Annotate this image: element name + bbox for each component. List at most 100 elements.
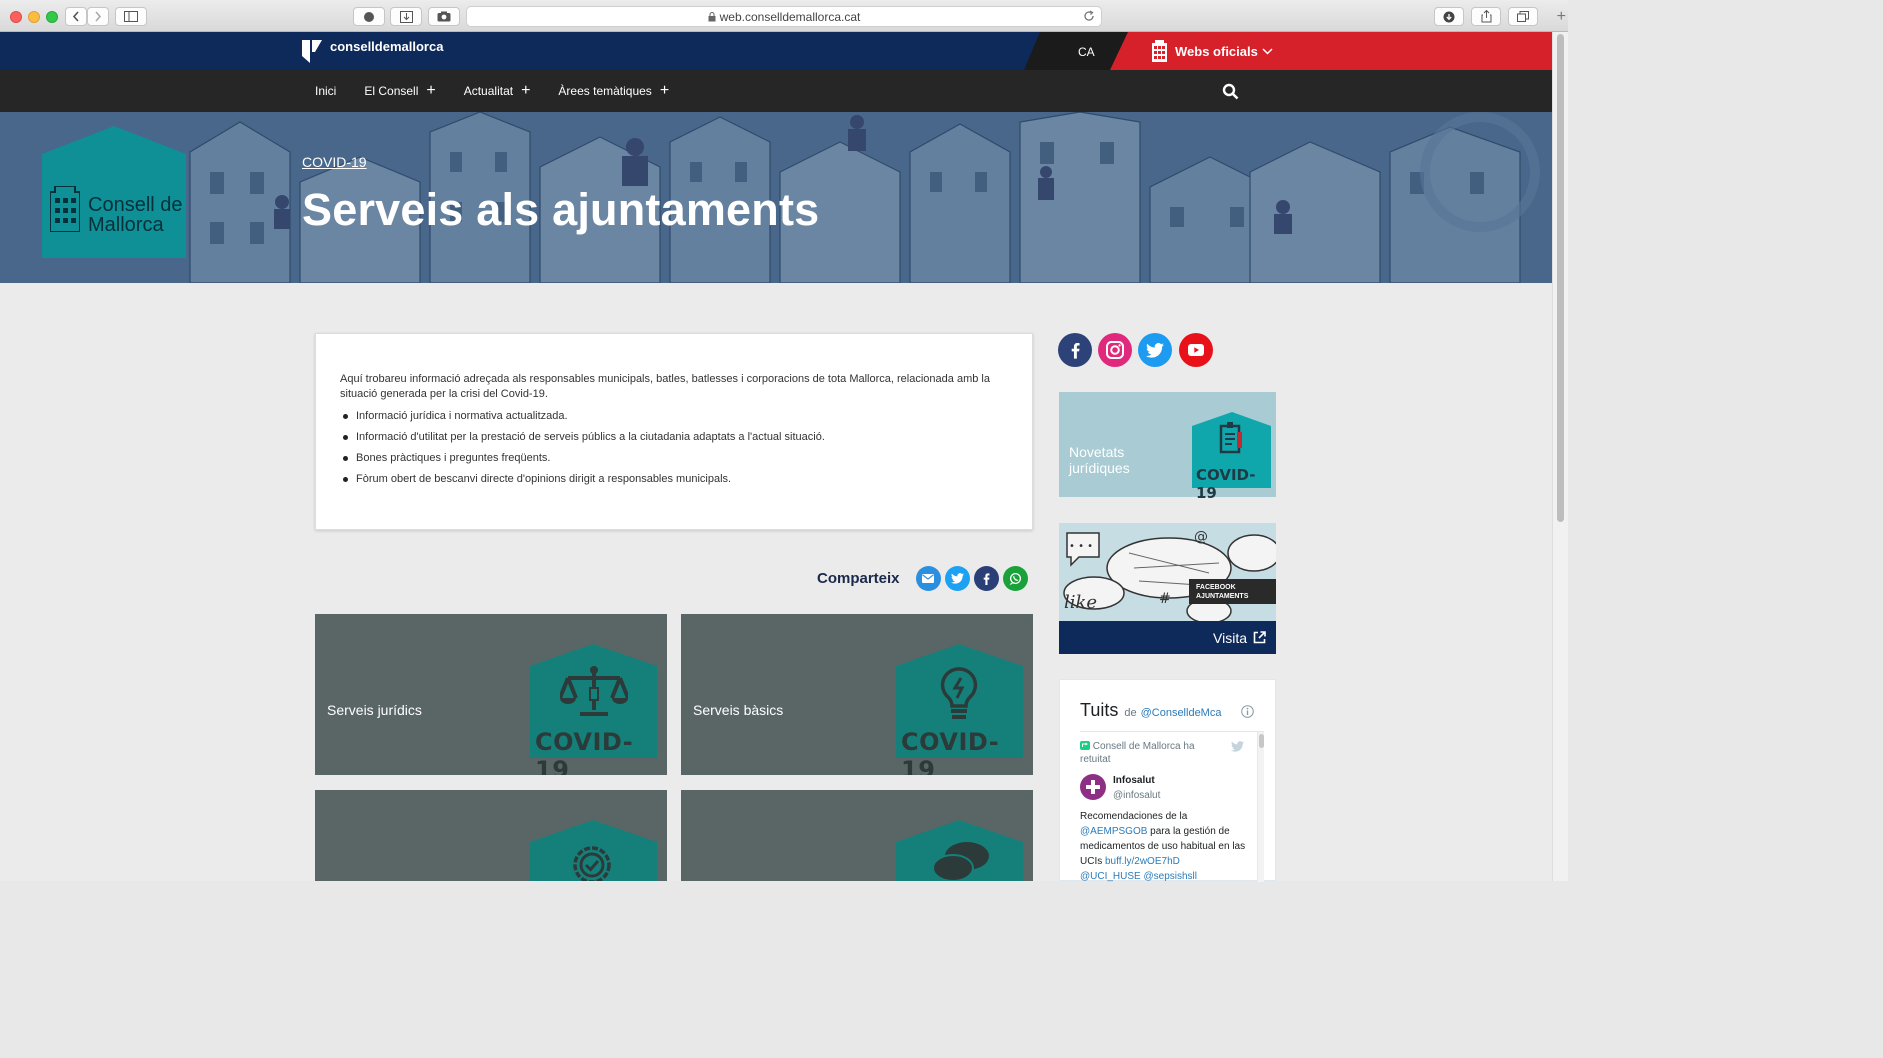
tweet-author-handle[interactable]: @infosalut bbox=[1113, 790, 1160, 801]
card-bottom-right[interactable] bbox=[681, 790, 1033, 881]
email-icon bbox=[922, 574, 935, 583]
sidebar-icon bbox=[124, 11, 138, 22]
facebook-ajuntaments-card[interactable]: • • • @ # like FACEBOOK AJUNTAMENTS Visi… bbox=[1059, 523, 1276, 654]
visita-label: Visita bbox=[1213, 629, 1247, 646]
tweet-author[interactable]: Infosalut bbox=[1113, 775, 1155, 786]
share-facebook-button[interactable] bbox=[973, 566, 999, 591]
share-label: Comparteix bbox=[817, 570, 900, 587]
list-item: Bones pràctiques i preguntes freqüents. bbox=[340, 451, 1008, 465]
maximize-window-button[interactable] bbox=[46, 11, 58, 23]
card-serveis-basics[interactable]: Serveis bàsics COVID-19 bbox=[681, 614, 1033, 775]
tabs-icon bbox=[1517, 11, 1529, 22]
facebook-link[interactable] bbox=[1058, 333, 1092, 367]
reload-icon[interactable] bbox=[1083, 10, 1095, 22]
retweet-label: Consell de Mallorca ha retuitat bbox=[1080, 741, 1195, 765]
novetats-text: Novetats jurídiques bbox=[1069, 444, 1130, 476]
lock-icon bbox=[708, 11, 716, 21]
search-icon[interactable] bbox=[1222, 83, 1239, 100]
tabs-overview-button[interactable] bbox=[1508, 7, 1538, 26]
twitter-bird-icon[interactable] bbox=[1231, 741, 1244, 752]
twitter-link[interactable] bbox=[1138, 333, 1172, 367]
breadcrumb[interactable]: COVID-19 bbox=[302, 154, 367, 170]
extension-button[interactable] bbox=[353, 7, 385, 26]
covid-badge-text: COVID-19 bbox=[901, 728, 1000, 775]
list-item: Informació d'utilitat per la prestació d… bbox=[340, 430, 1008, 444]
divider bbox=[1080, 731, 1264, 732]
logo-mark-icon bbox=[302, 40, 322, 63]
tweet-link[interactable]: @sepsishsll bbox=[1144, 871, 1198, 882]
share-twitter-button[interactable] bbox=[944, 566, 970, 591]
download-box-icon bbox=[399, 10, 413, 23]
webs-oficials-dropdown[interactable]: Webs oficials bbox=[1152, 38, 1281, 64]
info-icon[interactable] bbox=[1241, 705, 1254, 718]
covid-badge-text: COVID-19 bbox=[1196, 466, 1256, 502]
reader-button[interactable] bbox=[390, 7, 422, 26]
youtube-icon bbox=[1188, 344, 1204, 356]
tweet-link[interactable]: @UCI_HUSE bbox=[1080, 871, 1141, 882]
address-bar[interactable]: web.conselldemallorca.cat bbox=[466, 6, 1102, 27]
card-label: Serveis bàsics bbox=[693, 702, 784, 718]
minimize-window-button[interactable] bbox=[28, 11, 40, 23]
webs-oficials-label: Webs oficials bbox=[1175, 43, 1258, 59]
youtube-link[interactable] bbox=[1179, 333, 1213, 367]
plus-icon: + bbox=[521, 82, 531, 99]
whatsapp-icon bbox=[1009, 572, 1021, 585]
nav-item-actualitat[interactable]: Actualitat + bbox=[464, 82, 531, 99]
timeline-scrollbar[interactable] bbox=[1257, 732, 1264, 882]
download-icon bbox=[1443, 11, 1455, 22]
sidebar-toggle-button[interactable] bbox=[115, 7, 147, 26]
share-whatsapp-button[interactable] bbox=[1002, 566, 1028, 591]
share-page-button[interactable] bbox=[1471, 7, 1501, 26]
language-selector[interactable]: CA bbox=[1078, 45, 1095, 59]
tweet-text: Recomendaciones de la @AEMPSGOB para la … bbox=[1080, 811, 1246, 882]
twitter-icon bbox=[950, 573, 964, 584]
new-tab-button[interactable]: + bbox=[1557, 8, 1566, 26]
svg-text:#: # bbox=[1159, 591, 1171, 607]
tweet-link[interactable]: buff.ly/2wOE7hD bbox=[1105, 856, 1180, 867]
back-button[interactable] bbox=[65, 7, 87, 26]
share-bar: Comparteix bbox=[817, 566, 1032, 591]
card-serveis-juridics[interactable]: Serveis jurídics COVID-19 bbox=[315, 614, 667, 775]
screenshot-button[interactable] bbox=[428, 7, 460, 26]
share-icon bbox=[1481, 10, 1491, 23]
browser-toolbar: web.conselldemallorca.cat + bbox=[0, 0, 1568, 32]
tweet-link[interactable]: @AEMPSGOB bbox=[1080, 826, 1147, 837]
scrollbar-thumb[interactable] bbox=[1557, 34, 1564, 522]
coat-of-arms-icon bbox=[1152, 40, 1167, 62]
svg-text:• • •: • • • bbox=[1069, 541, 1093, 552]
site-logo[interactable]: conselldemallorca bbox=[302, 39, 443, 64]
nav-item-arees-tematiques[interactable]: Àrees temàtiques + bbox=[558, 82, 670, 99]
camera-icon bbox=[437, 11, 451, 22]
intro-paragraph: Aquí trobareu informació adreçada als re… bbox=[340, 373, 990, 400]
avatar[interactable] bbox=[1080, 774, 1106, 800]
main-nav: Inici El Consell + Actualitat + Àrees temà… bbox=[315, 70, 697, 112]
page-scrollbar[interactable] bbox=[1552, 32, 1568, 881]
scales-icon bbox=[560, 666, 628, 716]
list-item: Fòrum obert de bescanvi directe d'opinio… bbox=[340, 472, 1008, 486]
plus-icon: + bbox=[426, 82, 436, 99]
chevron-down-icon bbox=[1262, 47, 1273, 55]
plus-icon: + bbox=[659, 82, 670, 99]
card-bottom-left[interactable] bbox=[315, 790, 667, 881]
nav-item-inici[interactable]: Inici bbox=[315, 84, 336, 98]
downloads-button[interactable] bbox=[1434, 7, 1464, 26]
consell-badge-text: Consell de Mallorca bbox=[88, 194, 183, 236]
chevron-left-icon bbox=[72, 11, 79, 22]
extension-icon bbox=[364, 11, 374, 22]
scrollbar-thumb[interactable] bbox=[1259, 734, 1264, 748]
share-email-button[interactable] bbox=[915, 566, 941, 591]
close-window-button[interactable] bbox=[10, 11, 22, 23]
retweet-icon bbox=[1080, 741, 1090, 750]
seal-check-icon bbox=[573, 846, 611, 881]
svg-text:@: @ bbox=[1194, 529, 1208, 545]
nav-item-el-consell[interactable]: El Consell + bbox=[364, 82, 436, 99]
novetats-juridiques-banner[interactable]: Novetats jurídiques COVID-19 bbox=[1059, 392, 1276, 502]
timeline-handle-link[interactable]: @ConselldeMca bbox=[1141, 707, 1222, 719]
visita-button[interactable]: Visita bbox=[1059, 621, 1276, 654]
forward-button[interactable] bbox=[87, 7, 109, 26]
speech-bubbles-illustration: • • • @ # like bbox=[1063, 529, 1276, 621]
chevron-right-icon bbox=[95, 11, 102, 22]
instagram-link[interactable] bbox=[1098, 333, 1132, 367]
timeline-header: Tuits de @ConselldeMca bbox=[1080, 700, 1221, 721]
instagram-icon bbox=[1106, 341, 1124, 359]
